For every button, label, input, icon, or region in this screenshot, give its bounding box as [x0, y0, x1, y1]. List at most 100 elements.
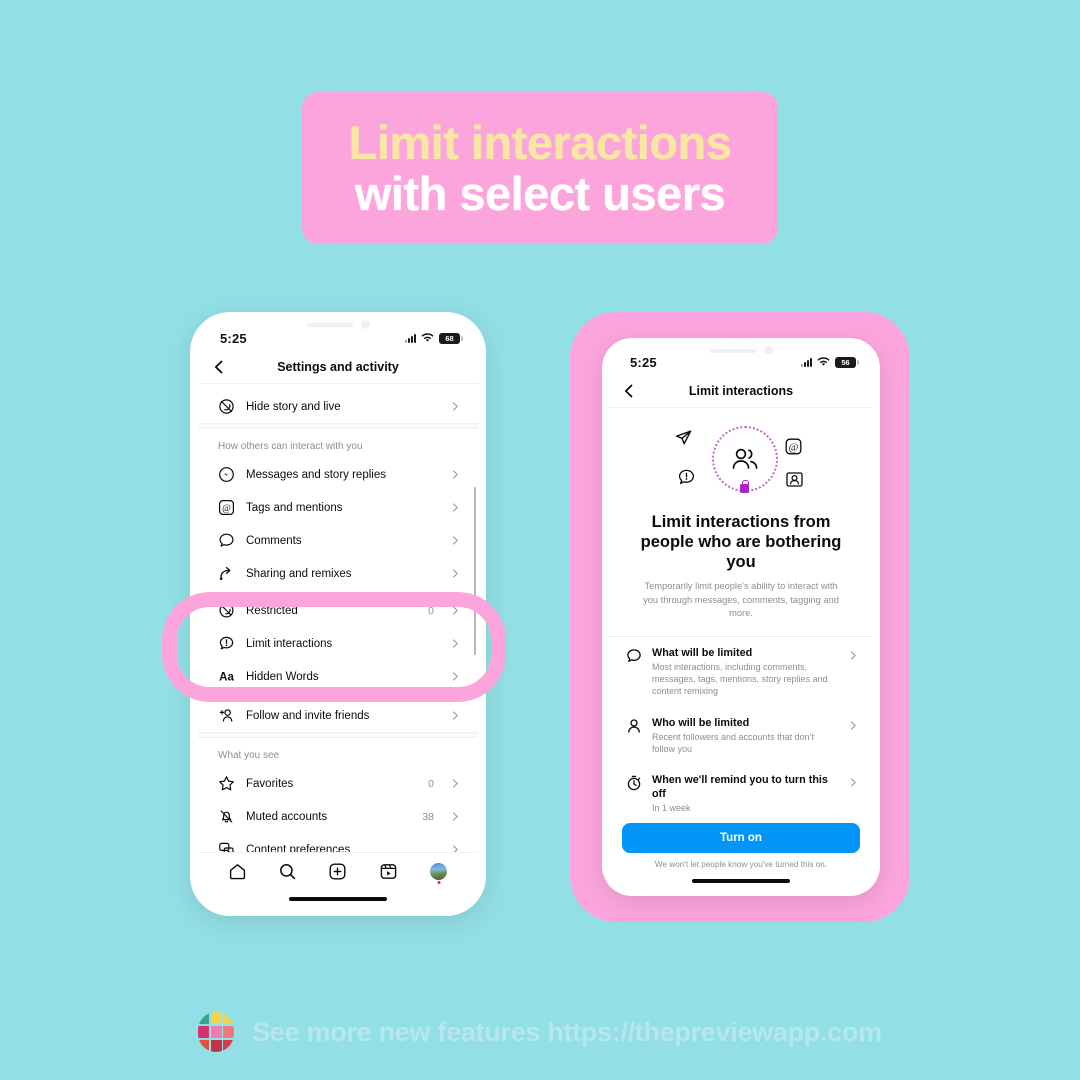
chevron-right-icon	[451, 672, 460, 681]
at-mention-icon: @	[218, 499, 235, 516]
hidden-words-icon: Aa	[218, 668, 235, 685]
svg-text:@: @	[789, 442, 799, 453]
limit-interactions-body: @ Limit interactions from people who are…	[608, 408, 874, 872]
chevron-right-icon	[451, 503, 460, 512]
status-time: 5:25	[630, 354, 657, 370]
option-reminder[interactable]: When we'll remind you to turn this off I…	[608, 764, 874, 823]
bottom-tab-bar[interactable]	[198, 852, 478, 890]
page-title: Limit interactions	[688, 383, 794, 398]
list-item[interactable]: Sharing and remixes	[198, 557, 478, 590]
chevron-right-icon	[451, 606, 460, 615]
chevron-right-icon	[451, 812, 460, 821]
reels-icon[interactable]	[379, 862, 398, 881]
search-icon[interactable]	[278, 862, 297, 881]
back-chevron-icon[interactable]	[212, 360, 226, 374]
alert-bubble-icon	[677, 468, 696, 487]
option-what-will-be-limited[interactable]: What will be limited Most interactions, …	[608, 637, 874, 707]
left-nav-header: Settings and activity	[198, 350, 478, 384]
list-item-label: Content preferences	[246, 843, 351, 853]
signal-bars-icon	[405, 333, 416, 343]
profile-avatar[interactable]	[429, 862, 448, 881]
stopwatch-icon	[626, 775, 642, 791]
list-item[interactable]: Hide story and live	[198, 390, 478, 423]
messenger-icon	[218, 466, 235, 483]
list-item-label: Sharing and remixes	[246, 567, 352, 580]
option-who-will-be-limited[interactable]: Who will be limited Recent followers and…	[608, 707, 874, 765]
back-chevron-icon[interactable]	[622, 384, 636, 398]
svg-text:Aa: Aa	[219, 672, 234, 684]
person-icon	[626, 718, 642, 734]
turn-on-button[interactable]: Turn on	[622, 823, 860, 854]
option-description: Most interactions, including comments, m…	[652, 661, 828, 697]
signal-bars-icon	[801, 357, 812, 367]
list-item-count: 38	[422, 810, 434, 823]
people-group-icon	[728, 443, 762, 475]
title-line-1: Limit interactions	[348, 115, 732, 169]
list-item[interactable]: Content preferences	[198, 833, 478, 852]
right-screen: 5:25 56 Limit interactions @ Limit inter…	[608, 344, 874, 890]
hero-illustration: @	[608, 408, 874, 502]
list-item-hidden-words[interactable]: Aa Hidden Words	[198, 660, 478, 693]
chevron-right-icon	[451, 536, 460, 545]
chevron-right-icon	[451, 639, 460, 648]
create-plus-icon[interactable]	[328, 862, 347, 881]
battery-indicator: 68	[439, 332, 463, 344]
title-banner: Limit interactions with select users	[302, 92, 778, 244]
settings-list[interactable]: Hide story and live How others can inter…	[198, 384, 478, 852]
list-item-label: Hide story and live	[246, 400, 341, 413]
section-header: What you see	[218, 750, 280, 761]
status-time: 5:25	[220, 330, 247, 346]
list-item[interactable]: Follow and invite friends	[198, 699, 478, 732]
list-item-limit-interactions[interactable]: Limit interactions	[198, 627, 478, 660]
list-item-label: Tags and mentions	[246, 501, 343, 514]
chevron-right-icon	[451, 569, 460, 578]
list-item[interactable]: Favorites 0	[198, 767, 478, 800]
page-title: Settings and activity	[277, 359, 399, 374]
list-item[interactable]: Messages and story replies	[198, 458, 478, 491]
wifi-icon	[421, 333, 434, 343]
list-item-restricted[interactable]: Restricted 0	[198, 594, 478, 627]
wifi-icon	[817, 357, 830, 367]
right-nav-header: Limit interactions	[608, 374, 874, 408]
preview-app-logo	[198, 1012, 235, 1052]
front-camera-dot	[763, 346, 773, 355]
content-preferences-icon	[218, 841, 235, 852]
home-indicator	[608, 872, 874, 890]
options-list: What will be limited Most interactions, …	[608, 635, 874, 824]
list-item-label: Hidden Words	[246, 670, 319, 683]
scrollbar[interactable]	[474, 486, 476, 656]
home-icon[interactable]	[228, 862, 247, 881]
battery-indicator: 56	[835, 356, 859, 368]
list-item-label: Favorites	[246, 777, 294, 790]
list-item-count: 0	[428, 777, 434, 790]
phone-right: 5:25 56 Limit interactions @ Limit inter…	[602, 338, 880, 896]
option-description: Recent followers and accounts that don't…	[652, 731, 814, 754]
limit-interactions-icon	[218, 635, 235, 652]
phone-left: 5:25 68 Settings and activity Hide story…	[190, 312, 486, 916]
comment-bubble-icon	[218, 532, 235, 549]
share-remix-icon	[218, 565, 235, 582]
chevron-right-icon	[451, 402, 460, 411]
follow-invite-icon	[218, 707, 235, 724]
chevron-right-icon	[451, 470, 460, 479]
chevron-right-icon	[451, 779, 460, 788]
list-item-label: Muted accounts	[246, 810, 328, 823]
list-item-label: Restricted	[246, 604, 298, 617]
list-item[interactable]: Muted accounts 38	[198, 800, 478, 833]
at-mention-icon: @	[784, 437, 803, 456]
chevron-right-icon	[849, 651, 858, 660]
contact-card-icon	[785, 470, 804, 489]
title-line-2: with select users	[354, 167, 726, 220]
list-item[interactable]: Comments	[198, 524, 478, 557]
phone-notch	[290, 318, 386, 331]
list-item[interactable]: @ Tags and mentions	[198, 491, 478, 524]
speaker-slot	[709, 348, 756, 353]
hero-title: Limit interactions from people who are b…	[640, 513, 842, 572]
list-item-count: 0	[428, 604, 434, 617]
hide-story-icon	[218, 398, 235, 415]
page-footer: See more new features https://thepreview…	[0, 1012, 1080, 1052]
front-camera-dot	[360, 320, 370, 329]
footer-text: See more new features https://thepreview…	[252, 1016, 882, 1047]
option-title: When we'll remind you to turn this off	[652, 774, 828, 801]
chevron-right-icon	[451, 711, 460, 720]
